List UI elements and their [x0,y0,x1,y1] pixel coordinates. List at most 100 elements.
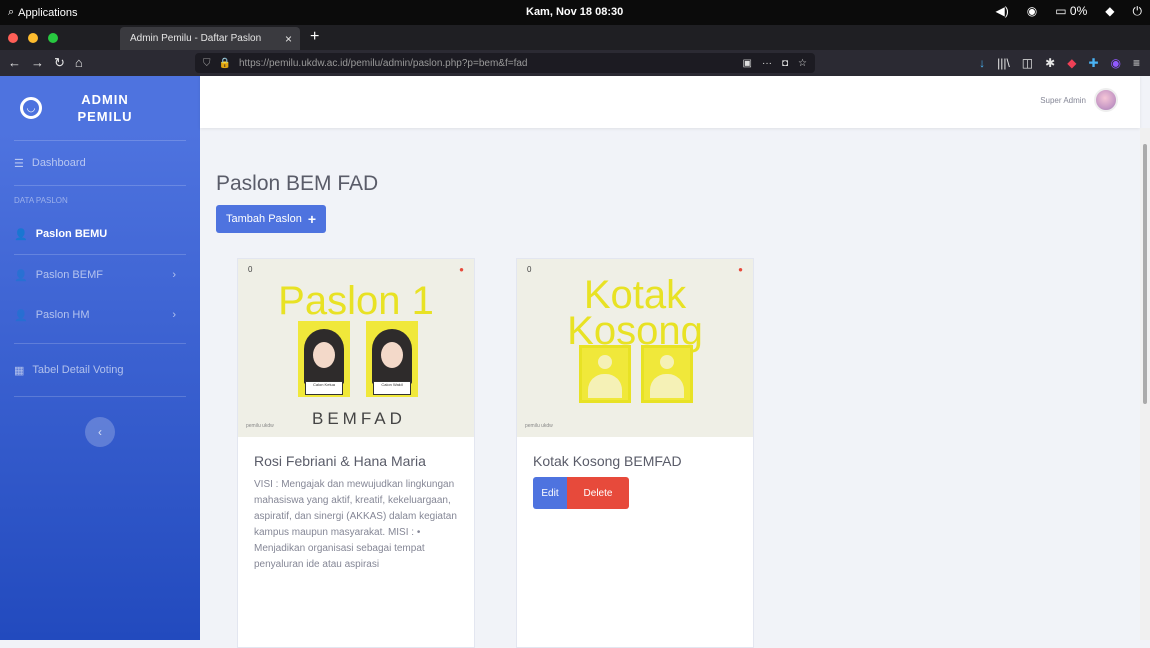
forward-icon[interactable]: → [31,55,44,71]
chevron-left-icon: ‹ [98,425,102,439]
chevron-right-icon: › [172,269,176,281]
notification-icon[interactable]: ◆ [1105,4,1114,19]
extension-icon[interactable]: ✱ [1045,56,1055,70]
browser-tab[interactable]: Admin Pemilu - Daftar Paslon × [120,27,300,50]
empty-candidate-frame [641,345,693,403]
browser-nav-bar: ← → ↻ ⌂ ⛉ 🔒 https://pemilu.ukdw.ac.id/pe… [0,50,1150,76]
edit-button[interactable]: Edit [533,477,567,509]
back-icon[interactable]: ← [8,55,21,71]
user-icon: 👤 [14,228,28,241]
sidebar-item-tabel-detail-voting[interactable]: ▦ Tabel Detail Voting [0,344,200,396]
applications-menu[interactable]: ⌕ Applications [8,6,78,19]
page-title: Paslon BEM FAD [216,172,379,195]
placeholder-user-icon [598,355,612,369]
name-tag: Calon Ketua [305,381,343,395]
maximize-window-button[interactable] [48,33,58,43]
user-dropdown[interactable]: Super Admin [1040,88,1118,112]
user-icon: 👤 [14,269,28,282]
url-bar[interactable]: ⛉ 🔒 https://pemilu.ukdw.ac.id/pemilu/adm… [195,53,815,73]
plus-icon: + [307,211,317,227]
empty-candidate-frame [579,345,631,403]
sidebar-brand[interactable]: ◡ ADMIN PEMILU [0,76,200,140]
pin-icon: ● [459,265,464,274]
card-body: Kotak Kosong BEMFAD Edit Delete [517,437,753,525]
url-text[interactable]: https://pemilu.ukdw.ac.id/pemilu/admin/p… [239,58,528,69]
sidebar-toggle-icon[interactable]: ◫ [1022,56,1033,70]
home-icon[interactable]: ⌂ [75,55,83,71]
poster-title-line-2: Kosong [567,309,703,353]
browser-extensions: ↓ |||\ ◫ ✱ ◆ ✚ ◉ ≡ [979,56,1140,70]
page-scrollbar[interactable] [1140,128,1150,640]
laugh-icon: ◡ [20,97,42,119]
sidebar-toggle-button[interactable]: ‹ [85,417,115,447]
pocket-icon[interactable]: ◘ [782,58,788,69]
battery-icon: ▭ [1055,4,1067,18]
sidebar-item-dashboard[interactable]: ☰ Dashboard [0,141,200,185]
placeholder-user-icon [660,355,674,369]
close-tab-icon[interactable]: × [285,32,292,46]
translate-extension-icon[interactable]: ✚ [1088,56,1098,70]
window-controls [8,33,58,43]
paslon-card: 0 ● Paslon 1 Calon Ketua Calon Wakil BEM… [237,258,475,648]
minimize-window-button[interactable] [28,33,38,43]
user-icon: 👤 [14,309,28,322]
paslon-poster-image: 0 ● Kotak Kosong pemilu ukdw [517,259,753,437]
system-tray[interactable]: ◀) ◉ ▭ 0% ◆ ⏻ [996,4,1142,19]
avatar [1094,88,1118,112]
sidebar: ◡ ADMIN PEMILU ☰ Dashboard Data Paslon 👤… [0,76,200,640]
top-navbar: Super Admin [200,76,1140,128]
sidebar-item-label: Dashboard [31,157,86,169]
reader-view-icon[interactable]: ▣ [743,58,752,69]
wifi-icon[interactable]: ◉ [1027,4,1037,19]
system-clock[interactable]: Kam, Nov 18 08:30 [526,6,623,18]
sidebar-item-paslon-hm[interactable]: 👤 Paslon HM › [0,295,200,335]
search-icon: ⌕ [8,6,15,18]
pocket-extension-icon[interactable]: ◆ [1067,56,1076,70]
name-tag: Calon Wakil [373,381,411,395]
brand-text: ADMIN PEMILU [77,92,133,124]
volume-icon[interactable]: ◀) [996,4,1009,19]
card-actions: Edit Delete [533,477,737,509]
delete-button[interactable]: Delete [567,477,629,509]
library-icon[interactable]: |||\ [997,56,1010,70]
more-actions-icon[interactable]: ··· [762,58,772,69]
new-tab-button[interactable]: + [310,28,319,46]
battery-indicator[interactable]: ▭ 0% [1055,4,1087,19]
paslon-poster-image: 0 ● Paslon 1 Calon Ketua Calon Wakil BEM… [238,259,474,437]
shield-icon[interactable]: ⛉ [203,58,211,69]
sidebar-item-label: Paslon BEMU [35,228,108,240]
username: Super Admin [1040,95,1086,105]
poster-bem-text: BEMFAD [312,409,406,428]
poster-footer: pemilu ukdw [246,423,274,429]
sidebar-item-label: Tabel Detail Voting [32,364,124,376]
add-paslon-button[interactable]: Tambah Paslon + [216,205,327,233]
candidate-photo [304,329,344,384]
bookmark-star-icon[interactable]: ☆ [798,58,807,69]
power-icon[interactable]: ⏻ [1133,4,1143,19]
reload-icon[interactable]: ↻ [54,55,65,71]
applications-label: Applications [18,6,78,19]
card-title: Rosi Febriani & Hana Maria [254,453,426,469]
scrollbar-thumb[interactable] [1143,144,1147,404]
placeholder-user-icon [588,374,622,398]
sidebar-item-paslon-bemf[interactable]: 👤 Paslon BEMF › [0,255,200,295]
table-icon: ▦ [14,364,25,377]
paslon-card: 0 ● Kotak Kosong pemilu ukdw Kotak Koson… [516,258,754,648]
tab-title: Admin Pemilu - Daftar Paslon [130,33,262,44]
sidebar-item-paslon-bemu[interactable]: 👤 Paslon BEMU [0,214,200,254]
sidebar-divider [14,396,186,397]
dashboard-icon: ☰ [14,157,24,170]
poster-footer: pemilu ukdw [525,423,553,429]
lock-icon[interactable]: 🔒 [219,58,231,69]
chevron-right-icon: › [172,309,176,321]
url-actions: ▣ ··· ◘ ☆ [743,58,807,69]
menu-icon[interactable]: ≡ [1133,56,1140,70]
close-window-button[interactable] [8,33,18,43]
color-extension-icon[interactable]: ◉ [1111,56,1121,70]
card-body: Rosi Febriani & Hana Maria VISI : Mengaj… [238,437,474,589]
battery-percent: 0% [1069,4,1088,18]
system-top-bar: ⌕ Applications Kam, Nov 18 08:30 ◀) ◉ ▭ … [0,0,1150,25]
browser-tab-bar: Admin Pemilu - Daftar Paslon × + [0,25,1150,50]
add-paslon-label: Tambah Paslon [226,213,302,225]
download-icon[interactable]: ↓ [979,56,985,70]
